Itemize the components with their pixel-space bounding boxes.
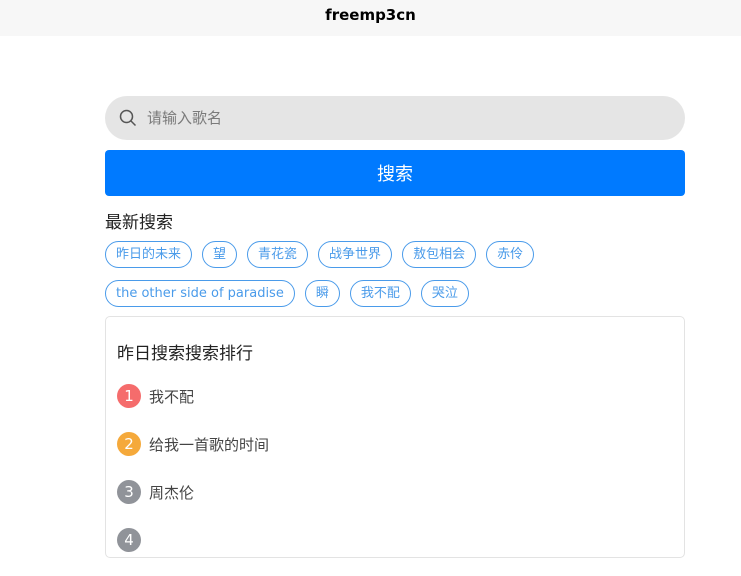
ranking-title: 昨日搜索搜索排行: [117, 344, 253, 364]
ranking-item[interactable]: 2 给我一首歌的时间: [117, 432, 269, 456]
app-header: freemp3cn: [0, 0, 741, 36]
recent-tag[interactable]: 瞬: [304, 280, 340, 307]
recent-tag[interactable]: 青花瓷: [247, 241, 309, 268]
search-icon: [119, 109, 137, 127]
ranking-item[interactable]: 3 周杰伦: [117, 480, 269, 504]
ranking-item[interactable]: 1 我不配: [117, 384, 269, 408]
ranking-card: 昨日搜索搜索排行 1 我不配 2 给我一首歌的时间 3 周杰伦 4: [105, 316, 685, 558]
ranking-list: 1 我不配 2 给我一首歌的时间 3 周杰伦 4: [117, 384, 269, 576]
recent-searches-tags: 昨日的未来 望 青花瓷 战争世界 敖包相会 赤伶 the other side …: [105, 241, 695, 319]
tag-row: 昨日的未来 望 青花瓷 战争世界 敖包相会 赤伶: [105, 241, 695, 268]
recent-tag[interactable]: 赤伶: [486, 241, 535, 268]
recent-tag[interactable]: 望: [202, 241, 238, 268]
recent-searches-title: 最新搜索: [105, 213, 173, 233]
search-input[interactable]: [145, 108, 629, 128]
recent-tag[interactable]: 敖包相会: [402, 241, 477, 268]
app-title: freemp3cn: [325, 6, 416, 24]
search-field[interactable]: [105, 96, 685, 140]
recent-tag[interactable]: the other side of paradise: [105, 280, 295, 307]
recent-tag[interactable]: 我不配: [349, 280, 411, 307]
recent-tag[interactable]: 战争世界: [318, 241, 393, 268]
recent-tag[interactable]: 哭泣: [420, 280, 469, 307]
rank-song-name: 周杰伦: [149, 483, 195, 502]
rank-song-name: 我不配: [149, 387, 195, 406]
tag-row: the other side of paradise 瞬 我不配 哭泣: [105, 280, 695, 307]
ranking-item[interactable]: 4: [117, 528, 269, 552]
rank-badge: 4: [117, 528, 141, 552]
rank-song-name: 给我一首歌的时间: [149, 435, 270, 454]
recent-tag[interactable]: 昨日的未来: [105, 241, 193, 268]
rank-badge: 1: [117, 384, 141, 408]
rank-badge: 3: [117, 480, 141, 504]
rank-badge: 2: [117, 432, 141, 456]
search-button[interactable]: 搜索: [105, 150, 685, 196]
